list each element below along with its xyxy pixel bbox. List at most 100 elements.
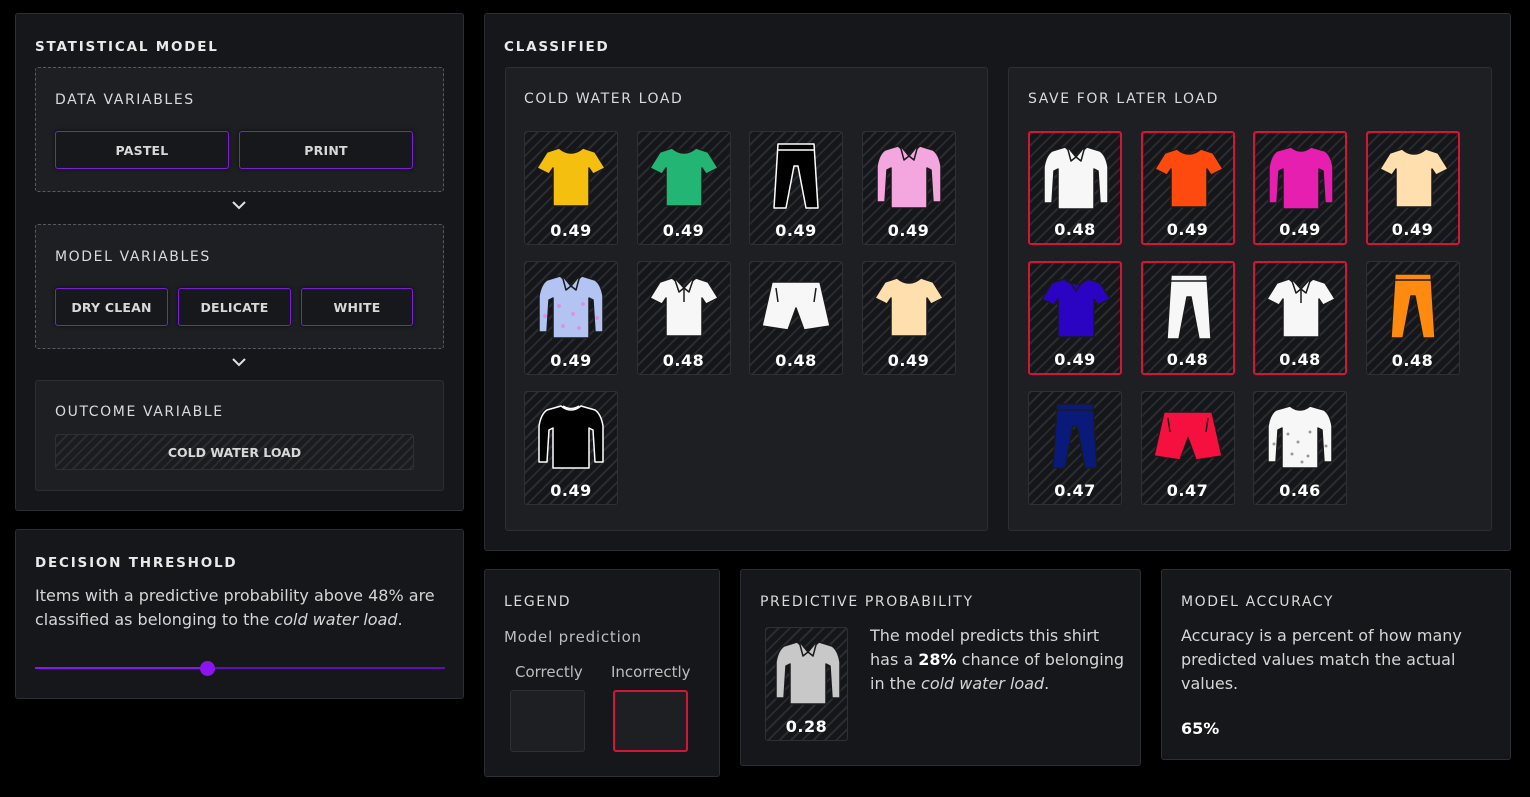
- clothing-item-card[interactable]: 0.49: [524, 131, 618, 245]
- statistical-model-title: STATISTICAL MODEL: [35, 39, 219, 55]
- model-accuracy-panel: MODEL ACCURACY Accuracy is a percent of …: [1161, 569, 1511, 760]
- model-variables-box: MODEL VARIABLES DRY CLEAN DELICATE WHITE: [35, 224, 444, 349]
- clothing-item-card[interactable]: 0.48: [1140, 261, 1235, 375]
- item-probability: 0.49: [775, 221, 817, 240]
- cold-water-load-group: COLD WATER LOAD 0.49 0.49 0.49 0.49 0.49 0.48…: [505, 67, 988, 531]
- clothing-item-card[interactable]: 0.47: [1140, 391, 1235, 505]
- item-probability: 0.48: [1054, 220, 1096, 239]
- tshirt-icon: [1378, 148, 1449, 208]
- clothing-item-card[interactable]: 0.48: [1365, 261, 1460, 375]
- item-probability: 0.48: [1166, 350, 1209, 369]
- delicate-button[interactable]: DELICATE: [178, 288, 291, 326]
- item-probability: 0.49: [662, 221, 705, 240]
- item-probability: 0.47: [1054, 481, 1096, 500]
- sweater-print-icon: [1267, 405, 1333, 469]
- white-button[interactable]: WHITE: [301, 288, 413, 326]
- tshirt-icon: [1153, 148, 1224, 208]
- legend-incorrect-swatch: [613, 690, 688, 752]
- outcome-variable-box: OUTCOME VARIABLE COLD WATER LOAD: [35, 380, 444, 491]
- predictive-probability-title: PREDICTIVE PROBABILITY: [760, 594, 974, 610]
- clothing-item-card[interactable]: 0.49: [1365, 131, 1460, 245]
- save-for-later-load-group: SAVE FOR LATER LOAD 0.48 0.49 0.49 0.49 0.49…: [1008, 67, 1492, 531]
- sweater-icon: [538, 405, 604, 469]
- legend-correct-swatch: [510, 690, 585, 752]
- clothing-item-card[interactable]: 0.48: [1253, 261, 1347, 375]
- longsleeve-icon: [875, 144, 942, 209]
- pp-text-em: cold water load: [921, 674, 1045, 693]
- chevron-down-icon: [232, 201, 246, 210]
- clothing-item-card[interactable]: 0.49: [861, 131, 956, 245]
- clothing-item-card[interactable]: 0.49: [636, 131, 731, 245]
- longsleeve-icon: [1043, 145, 1109, 210]
- pants-icon: [773, 143, 819, 209]
- item-probability: 0.48: [775, 351, 817, 370]
- clothing-item-card[interactable]: 0.49: [524, 391, 618, 505]
- sweater-icon: [1268, 146, 1334, 210]
- pants-icon: [1165, 274, 1212, 340]
- clothing-item-card[interactable]: 0.48: [636, 261, 731, 375]
- shorts-icon: [761, 281, 831, 331]
- tshirt-icon: [648, 147, 719, 207]
- tshirt-icon: [873, 277, 944, 337]
- clothing-item-card[interactable]: 0.49: [749, 131, 843, 245]
- pants-icon: [1052, 403, 1098, 469]
- item-probability: 0.49: [1054, 350, 1096, 369]
- print-button[interactable]: PRINT: [239, 131, 413, 169]
- clothing-item-card[interactable]: 0.49: [1253, 131, 1347, 245]
- classified-title: CLASSIFIED: [504, 39, 610, 55]
- legend-subtitle: Model prediction: [504, 628, 642, 646]
- polo-icon: [1266, 277, 1336, 338]
- item-probability: 0.47: [1166, 481, 1209, 500]
- data-variables-title: DATA VARIABLES: [55, 92, 195, 108]
- item-probability: 0.46: [1279, 481, 1321, 500]
- example-item-probability: 0.28: [785, 717, 828, 736]
- legend-incorrect-label: Incorrectly: [611, 663, 691, 681]
- longsleeve-icon: [775, 640, 841, 705]
- model-variables-title: MODEL VARIABLES: [55, 249, 211, 265]
- item-probability: 0.49: [550, 351, 592, 370]
- item-probability: 0.49: [550, 221, 592, 240]
- example-item-card: 0.28: [765, 627, 848, 741]
- item-probability: 0.49: [550, 481, 592, 500]
- model-accuracy-description: Accuracy is a percent of how many predic…: [1181, 626, 1462, 693]
- item-probability: 0.49: [887, 221, 930, 240]
- item-probability: 0.49: [1391, 220, 1434, 239]
- item-probability: 0.49: [1279, 220, 1321, 239]
- decision-threshold-text-em: cold water load: [274, 610, 398, 629]
- clothing-item-card[interactable]: 0.49: [861, 261, 956, 375]
- outcome-variable-title: OUTCOME VARIABLE: [55, 404, 224, 420]
- clothing-item-card[interactable]: 0.49: [524, 261, 618, 375]
- decision-threshold-text-after: .: [397, 610, 403, 629]
- predictive-probability-description: The model predicts this shirt has a 28% …: [870, 624, 1130, 696]
- tshirt-icon: [536, 147, 606, 207]
- chevron-down-icon: [232, 358, 246, 367]
- pp-text-3: .: [1044, 674, 1050, 693]
- legend-correct-label: Correctly: [515, 663, 583, 681]
- clothing-item-card[interactable]: 0.49: [1028, 261, 1122, 375]
- shorts-icon: [1152, 411, 1223, 461]
- legend-panel: LEGEND Model prediction Correctly Incorr…: [484, 569, 720, 777]
- clothing-item-card[interactable]: 0.49: [1140, 131, 1235, 245]
- clothing-item-card[interactable]: 0.48: [1028, 131, 1122, 245]
- cold-water-load-title: COLD WATER LOAD: [524, 91, 684, 107]
- save-for-later-load-title: SAVE FOR LATER LOAD: [1028, 91, 1219, 107]
- decision-threshold-description: Items with a predictive probability abov…: [35, 584, 435, 632]
- data-variables-box: DATA VARIABLES PASTEL PRINT: [35, 67, 444, 192]
- item-probability: 0.48: [1279, 350, 1321, 369]
- dry-clean-button[interactable]: DRY CLEAN: [55, 288, 168, 326]
- outcome-variable-value: COLD WATER LOAD: [55, 434, 414, 470]
- legend-title: LEGEND: [504, 594, 572, 610]
- predictive-probability-panel: PREDICTIVE PROBABILITY 0.28 The model pr…: [740, 569, 1141, 766]
- threshold-slider-fill: [35, 667, 208, 669]
- item-probability: 0.49: [1166, 220, 1209, 239]
- clothing-item-card[interactable]: 0.46: [1253, 391, 1347, 505]
- model-accuracy-title: MODEL ACCURACY: [1181, 594, 1335, 610]
- model-accuracy-value: 65%: [1181, 719, 1220, 738]
- classified-panel: CLASSIFIED COLD WATER LOAD 0.49 0.49 0.49 0…: [484, 13, 1511, 551]
- clothing-item-card[interactable]: 0.47: [1028, 391, 1122, 505]
- clothing-item-card[interactable]: 0.48: [749, 261, 843, 375]
- vneck-icon: [1041, 278, 1111, 338]
- statistical-model-panel: STATISTICAL MODEL DATA VARIABLES PASTEL …: [15, 13, 464, 511]
- threshold-slider-handle[interactable]: [200, 661, 216, 676]
- pastel-button[interactable]: PASTEL: [55, 131, 229, 169]
